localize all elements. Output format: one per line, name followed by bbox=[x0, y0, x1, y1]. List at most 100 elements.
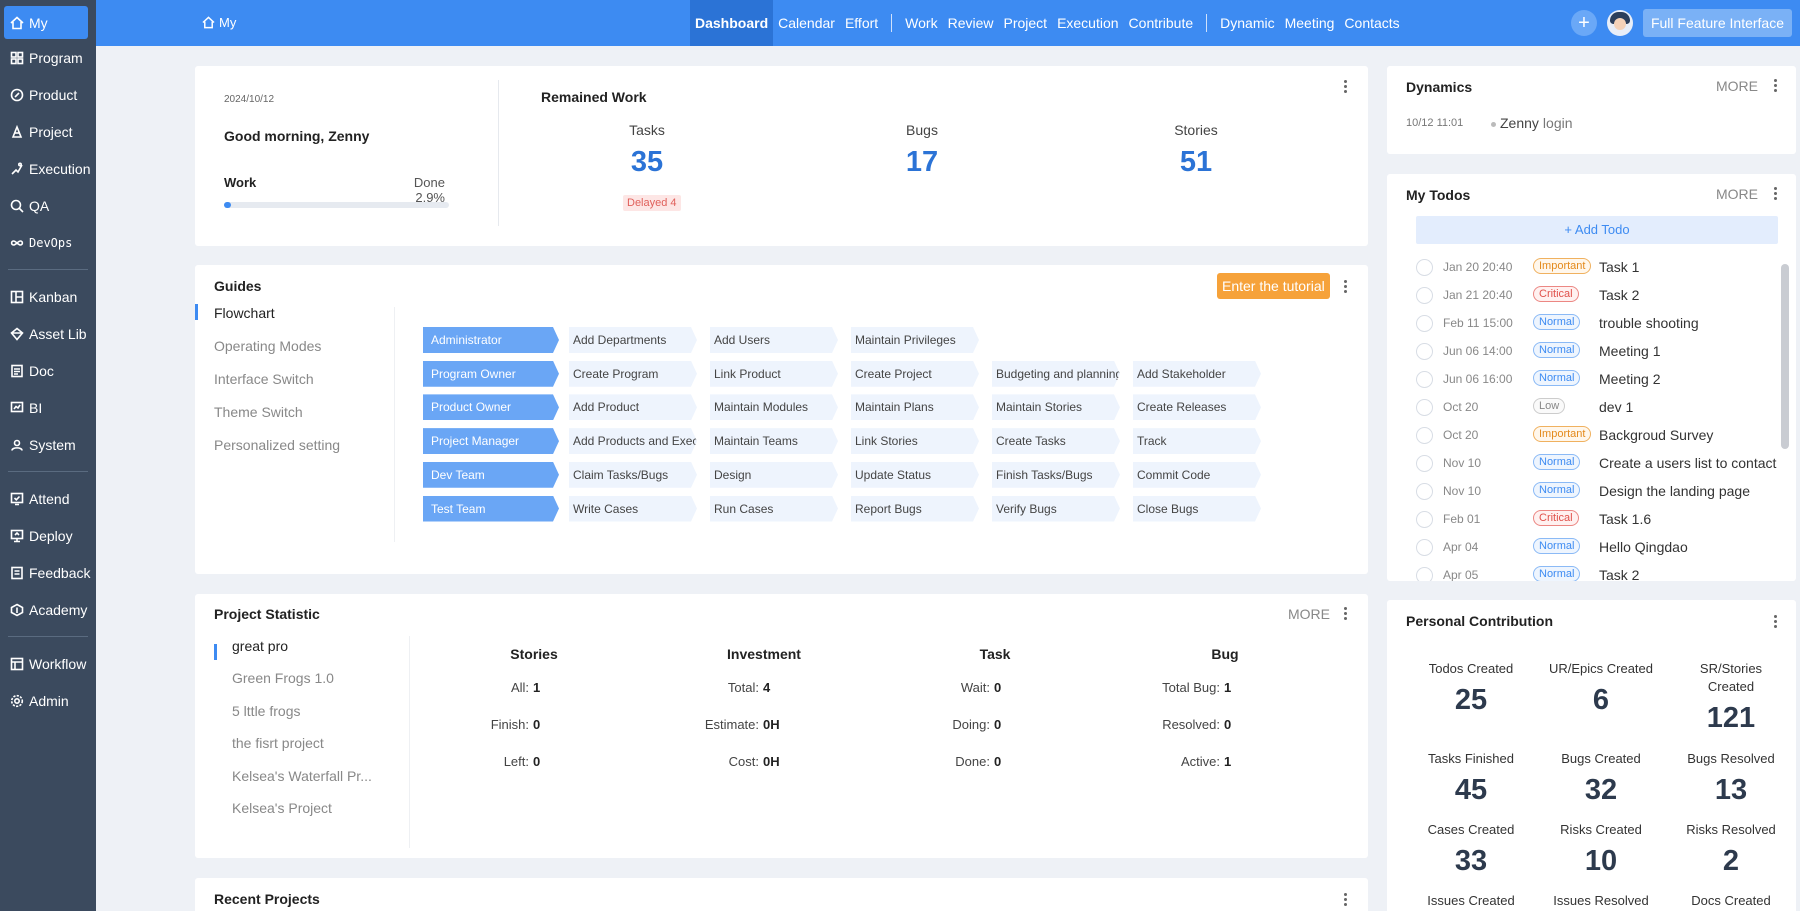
flow-step[interactable]: Add Users bbox=[710, 327, 838, 353]
flow-step[interactable]: Maintain Stories bbox=[992, 394, 1120, 421]
todo-item[interactable]: Apr 04 Normal Hello Qingdao bbox=[1416, 536, 1766, 560]
todo-checkbox[interactable] bbox=[1416, 539, 1433, 556]
breadcrumb[interactable]: My bbox=[202, 15, 236, 30]
sidebar-item-execution[interactable]: Execution bbox=[0, 150, 96, 187]
sidebar-item-admin[interactable]: Admin bbox=[0, 682, 96, 719]
todo-item[interactable]: Jan 20 20:40 Important Task 1 bbox=[1416, 256, 1766, 280]
flow-step[interactable]: Add Departments bbox=[569, 327, 697, 353]
flow-step[interactable]: Close Bugs bbox=[1133, 495, 1261, 522]
create-plus-button[interactable]: + bbox=[1570, 10, 1597, 36]
todo-name[interactable]: Create a users list to contact bbox=[1599, 455, 1776, 471]
role-label[interactable]: Administrator bbox=[423, 327, 559, 353]
role-label[interactable]: Test Team bbox=[423, 495, 559, 522]
todo-checkbox[interactable] bbox=[1416, 455, 1433, 472]
role-label[interactable]: Program Owner bbox=[423, 360, 559, 387]
todo-item[interactable]: Jan 21 20:40 Critical Task 2 bbox=[1416, 284, 1766, 308]
todo-checkbox[interactable] bbox=[1416, 511, 1433, 528]
sidebar-item-kanban[interactable]: Kanban bbox=[0, 278, 96, 315]
guide-menu-theme-switch[interactable]: Theme Switch bbox=[214, 404, 303, 420]
guide-menu-flowchart[interactable]: Flowchart bbox=[214, 305, 275, 321]
todo-item[interactable]: Oct 20 Important Backgroud Survey bbox=[1416, 424, 1766, 448]
flow-step[interactable]: Create Releases bbox=[1133, 394, 1261, 421]
todo-item[interactable]: Nov 10 Normal Design the landing page bbox=[1416, 480, 1766, 504]
todo-name[interactable]: Hello Qingdao bbox=[1599, 539, 1688, 555]
stat-bugs[interactable]: Bugs 17 bbox=[862, 122, 982, 179]
todo-name[interactable]: trouble shooting bbox=[1599, 315, 1699, 331]
sidebar-item-program[interactable]: Program bbox=[0, 39, 96, 76]
add-todo-button[interactable]: + Add Todo bbox=[1416, 216, 1778, 244]
sidebar-item-product[interactable]: Product bbox=[0, 76, 96, 113]
dynamic-entry[interactable]: Zenny login bbox=[1500, 115, 1573, 131]
todo-scrollbar[interactable] bbox=[1781, 264, 1789, 449]
flow-step[interactable]: Budgeting and planning bbox=[992, 360, 1120, 387]
more-menu-icon[interactable] bbox=[1344, 80, 1348, 94]
more-link[interactable]: MORE bbox=[1716, 78, 1758, 94]
sidebar-item-project[interactable]: Project bbox=[0, 113, 96, 150]
project-list-item[interactable]: Kelsea's Waterfall Pr... bbox=[232, 768, 372, 784]
flow-step[interactable]: Update Status bbox=[851, 461, 979, 488]
todo-item[interactable]: Oct 20 Low dev 1 bbox=[1416, 396, 1766, 420]
more-menu-icon[interactable] bbox=[1344, 607, 1348, 621]
tab-execution[interactable]: Execution bbox=[1052, 0, 1123, 46]
flow-step[interactable]: Add Product bbox=[569, 394, 697, 421]
sidebar-item-bi[interactable]: BI bbox=[0, 389, 96, 426]
flow-step[interactable]: Link Stories bbox=[851, 428, 979, 455]
tab-work[interactable]: Work bbox=[900, 0, 942, 46]
stat-stories[interactable]: Stories 51 bbox=[1136, 122, 1256, 179]
more-menu-icon[interactable] bbox=[1774, 79, 1778, 93]
flow-step[interactable]: Maintain Plans bbox=[851, 394, 979, 421]
more-menu-icon[interactable] bbox=[1344, 893, 1348, 907]
project-list-item[interactable]: the fisrt project bbox=[232, 735, 324, 751]
todo-name[interactable]: Task 1 bbox=[1599, 259, 1639, 275]
flow-step[interactable]: Track bbox=[1133, 428, 1261, 455]
todo-name[interactable]: Task 2 bbox=[1599, 287, 1639, 303]
sidebar-item-asset-lib[interactable]: Asset Lib bbox=[0, 315, 96, 352]
tab-project[interactable]: Project bbox=[998, 0, 1052, 46]
todo-checkbox[interactable] bbox=[1416, 567, 1433, 581]
todo-checkbox[interactable] bbox=[1416, 287, 1433, 304]
full-feature-button[interactable]: Full Feature Interface bbox=[1642, 9, 1792, 37]
tab-meeting[interactable]: Meeting bbox=[1280, 0, 1340, 46]
flow-step[interactable]: Maintain Privileges bbox=[851, 327, 979, 353]
tab-contribute[interactable]: Contribute bbox=[1124, 0, 1199, 46]
stat-tasks[interactable]: Tasks 35 bbox=[587, 122, 707, 179]
flow-step[interactable]: Claim Tasks/Bugs bbox=[569, 461, 697, 488]
tab-review[interactable]: Review bbox=[943, 0, 999, 46]
todo-item[interactable]: Feb 11 15:00 Normal trouble shooting bbox=[1416, 312, 1766, 336]
sidebar-item-academy[interactable]: Academy bbox=[0, 591, 96, 628]
enter-tutorial-button[interactable]: Enter the tutorial bbox=[1217, 273, 1330, 299]
todo-name[interactable]: Task 2 bbox=[1599, 567, 1639, 581]
project-list-item[interactable]: 5 lttle frogs bbox=[232, 703, 300, 719]
flow-step[interactable]: Finish Tasks/Bugs bbox=[992, 461, 1120, 488]
flow-step[interactable]: Add Products and Executi bbox=[569, 428, 697, 455]
more-link[interactable]: MORE bbox=[1716, 186, 1758, 202]
tab-dynamic[interactable]: Dynamic bbox=[1215, 0, 1279, 46]
sidebar-item-doc[interactable]: Doc bbox=[0, 352, 96, 389]
delayed-badge[interactable]: Delayed 4 bbox=[623, 195, 681, 211]
tab-effort[interactable]: Effort bbox=[840, 0, 883, 46]
flow-step[interactable]: Commit Code bbox=[1133, 461, 1261, 488]
flow-step[interactable]: Verify Bugs bbox=[992, 495, 1120, 522]
sidebar-item-attend[interactable]: Attend bbox=[0, 480, 96, 517]
sidebar-item-deploy[interactable]: Deploy bbox=[0, 517, 96, 554]
todo-name[interactable]: Backgroud Survey bbox=[1599, 427, 1713, 443]
flow-step[interactable]: Create Project bbox=[851, 360, 979, 387]
flow-step[interactable]: Write Cases bbox=[569, 495, 697, 522]
todo-item[interactable]: Nov 10 Normal Create a users list to conta… bbox=[1416, 452, 1776, 476]
project-list-item[interactable]: Green Frogs 1.0 bbox=[232, 670, 334, 686]
todo-checkbox[interactable] bbox=[1416, 259, 1433, 276]
tab-contacts[interactable]: Contacts bbox=[1339, 0, 1404, 46]
project-list-item[interactable]: great pro bbox=[232, 638, 288, 654]
more-menu-icon[interactable] bbox=[1774, 187, 1778, 201]
sidebar-item-feedback[interactable]: Feedback bbox=[0, 554, 96, 591]
avatar[interactable] bbox=[1606, 10, 1633, 36]
more-menu-icon[interactable] bbox=[1344, 280, 1348, 294]
more-link[interactable]: MORE bbox=[1288, 606, 1330, 622]
flow-step[interactable]: Add Stakeholder bbox=[1133, 360, 1261, 387]
sidebar-item-workflow[interactable]: Workflow bbox=[0, 645, 96, 682]
guide-menu-interface-switch[interactable]: Interface Switch bbox=[214, 371, 314, 387]
guide-menu-personalized-setting[interactable]: Personalized setting bbox=[214, 437, 340, 453]
project-list-item[interactable]: Kelsea's Project bbox=[232, 800, 332, 816]
sidebar-item-qa[interactable]: QA bbox=[0, 187, 96, 224]
flow-step[interactable]: Run Cases bbox=[710, 495, 838, 522]
